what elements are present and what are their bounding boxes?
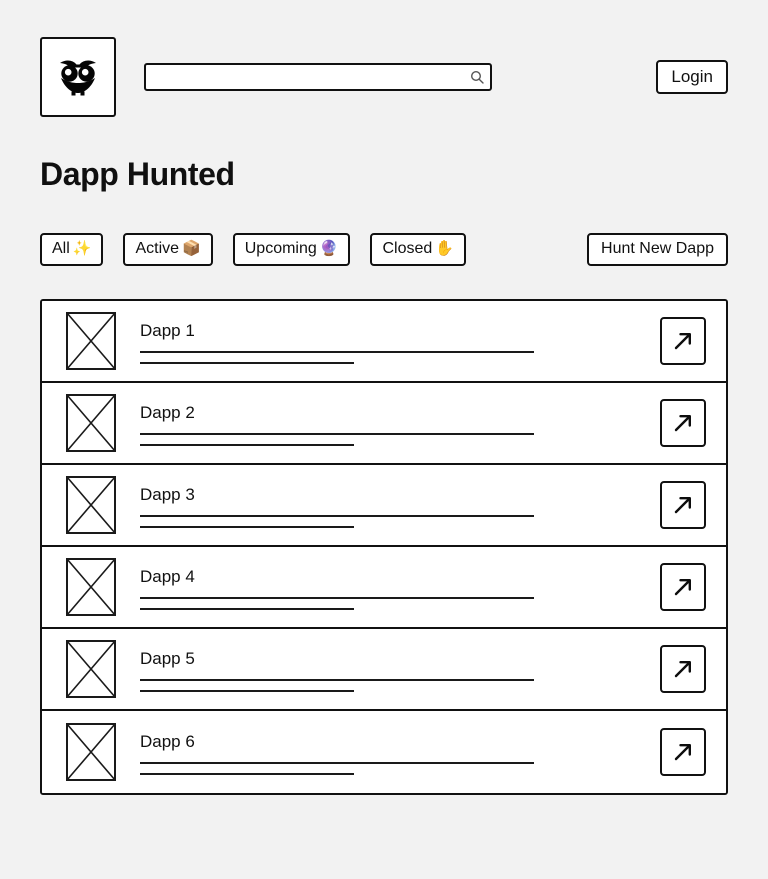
description-placeholder-line-1 bbox=[140, 678, 534, 681]
dapp-title: Dapp 6 bbox=[140, 732, 195, 752]
arrow-up-right-icon bbox=[671, 493, 695, 517]
filter-chip-all-label: All bbox=[52, 239, 70, 257]
description-placeholder-line-2 bbox=[140, 525, 354, 528]
dapp-list-item-body: Dapp 2 bbox=[140, 394, 646, 452]
site-header: Login bbox=[40, 36, 728, 118]
login-button[interactable]: Login bbox=[656, 59, 728, 95]
dapp-title: Dapp 4 bbox=[140, 567, 195, 587]
page-title: Dapp Hunted bbox=[40, 156, 235, 192]
crystal-ball-emoji: 🔮 bbox=[319, 239, 339, 257]
image-placeholder-icon bbox=[66, 723, 116, 781]
filter-chip-closed[interactable]: Closed ✋ bbox=[370, 232, 466, 266]
arrow-up-right-icon bbox=[671, 411, 695, 435]
dapp-list: Dapp 1 Dapp 2 Dapp 3 Dapp 4 Dapp 5 Dapp … bbox=[40, 299, 728, 795]
dapp-list-item[interactable]: Dapp 4 bbox=[42, 547, 726, 629]
arrow-up-right-icon bbox=[671, 575, 695, 599]
description-placeholder-line-1 bbox=[140, 596, 534, 599]
filter-chip-active-label: Active bbox=[135, 239, 180, 257]
open-dapp-button[interactable] bbox=[660, 317, 706, 365]
description-placeholder-line-1 bbox=[140, 514, 534, 517]
image-placeholder-icon bbox=[66, 394, 116, 452]
filter-chip-all[interactable]: All ✨ bbox=[40, 232, 104, 266]
open-dapp-button[interactable] bbox=[660, 399, 706, 447]
arrow-up-right-icon bbox=[671, 657, 695, 681]
dapp-list-item[interactable]: Dapp 6 bbox=[42, 711, 726, 793]
dapp-list-item-body: Dapp 4 bbox=[140, 558, 646, 616]
dapp-list-item[interactable]: Dapp 3 bbox=[42, 465, 726, 547]
raised-hand-emoji: ✋ bbox=[435, 239, 454, 257]
dapp-title: Dapp 5 bbox=[140, 649, 195, 669]
filter-chip-upcoming-label: Upcoming bbox=[244, 239, 317, 257]
dapp-list-item[interactable]: Dapp 2 bbox=[42, 383, 726, 465]
open-dapp-button[interactable] bbox=[660, 563, 706, 611]
description-placeholder-line-2 bbox=[140, 361, 354, 364]
filter-chip-active[interactable]: Active 📦 bbox=[123, 232, 213, 266]
dapp-list-item-body: Dapp 1 bbox=[140, 312, 646, 370]
dapp-list-item[interactable]: Dapp 1 bbox=[42, 301, 726, 383]
dapp-list-item[interactable]: Dapp 5 bbox=[42, 629, 726, 711]
dapp-title: Dapp 1 bbox=[140, 321, 195, 341]
arrow-up-right-icon bbox=[671, 740, 695, 764]
dapp-list-item-body: Dapp 3 bbox=[140, 476, 646, 534]
filter-chip-closed-label: Closed bbox=[382, 239, 433, 257]
image-placeholder-icon bbox=[66, 312, 116, 370]
owl-icon bbox=[56, 57, 100, 97]
description-placeholder-line-2 bbox=[140, 772, 354, 775]
description-placeholder-line-2 bbox=[140, 607, 354, 610]
image-placeholder-icon bbox=[66, 640, 116, 698]
filter-bar: All ✨ Active 📦 Upcoming 🔮 Closed ✋ Hunt New … bbox=[40, 232, 728, 266]
description-placeholder-line-2 bbox=[140, 689, 354, 692]
open-dapp-button[interactable] bbox=[660, 645, 706, 693]
dapp-list-item-body: Dapp 6 bbox=[140, 723, 646, 781]
filter-chip-upcoming[interactable]: Upcoming 🔮 bbox=[232, 232, 351, 266]
arrow-up-right-icon bbox=[671, 329, 695, 353]
search-input[interactable] bbox=[144, 63, 492, 91]
package-emoji: 📦 bbox=[182, 239, 201, 257]
dapp-list-item-body: Dapp 5 bbox=[140, 640, 646, 698]
description-placeholder-line-1 bbox=[140, 350, 534, 353]
search-box[interactable] bbox=[144, 63, 492, 91]
open-dapp-button[interactable] bbox=[660, 728, 706, 776]
app-root: Login Dapp Hunted All ✨ Active 📦 Upcoming 🔮… bbox=[0, 0, 768, 879]
description-placeholder-line-1 bbox=[140, 432, 534, 435]
sparkles-emoji: ✨ bbox=[72, 239, 92, 257]
hunt-new-dapp-button[interactable]: Hunt New Dapp bbox=[587, 232, 728, 266]
dapp-title: Dapp 3 bbox=[140, 485, 195, 505]
dapp-title: Dapp 2 bbox=[140, 403, 195, 423]
logo-button[interactable] bbox=[40, 37, 116, 117]
image-placeholder-icon bbox=[66, 558, 116, 616]
description-placeholder-line-1 bbox=[140, 761, 534, 764]
open-dapp-button[interactable] bbox=[660, 481, 706, 529]
image-placeholder-icon bbox=[66, 476, 116, 534]
description-placeholder-line-2 bbox=[140, 443, 354, 446]
